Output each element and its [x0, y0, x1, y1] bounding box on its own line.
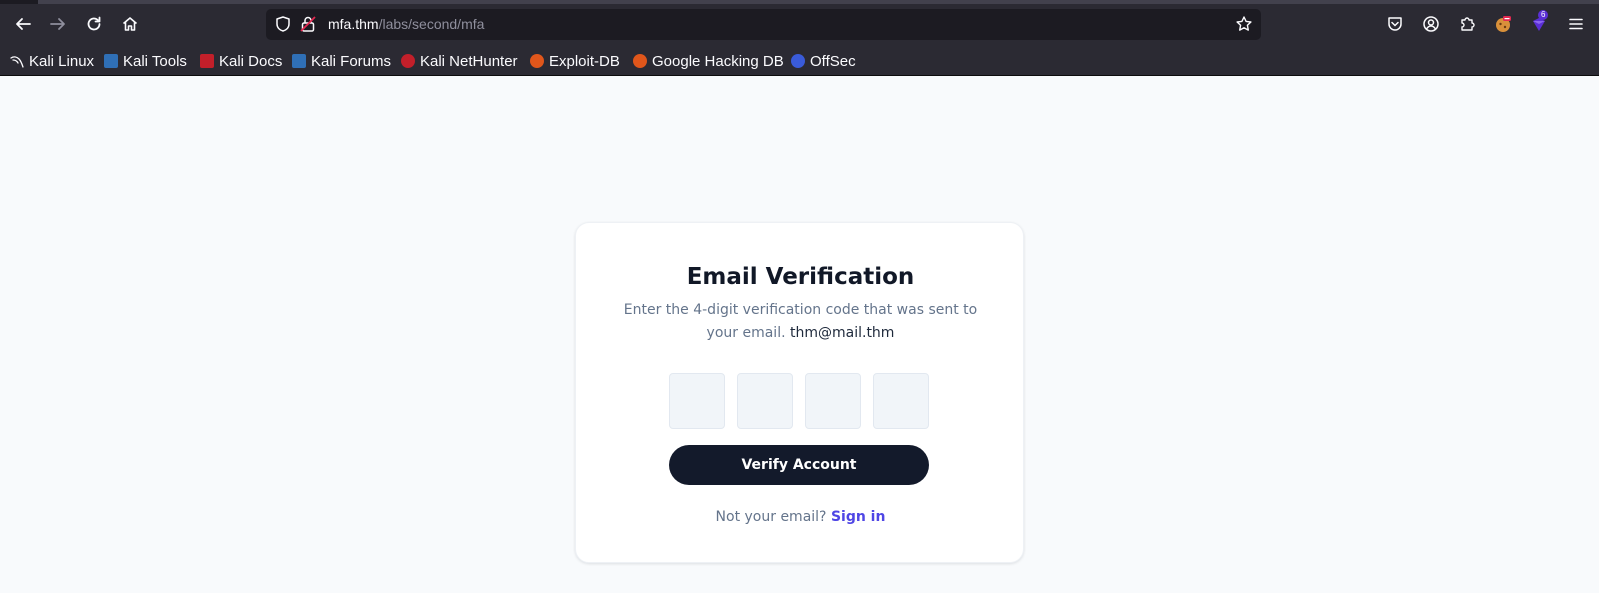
extensions-button[interactable] — [1456, 13, 1478, 35]
bookmark-google-hacking-db[interactable]: Google Hacking DB — [633, 50, 784, 72]
bookmarks-toolbar: Kali Linux Kali Tools Kali Docs Kali For… — [0, 48, 1599, 72]
kali-tools-icon — [104, 54, 118, 68]
bookmark-star-icon[interactable] — [1235, 15, 1253, 33]
account-button[interactable] — [1420, 13, 1442, 35]
email-address: thm@mail.thm — [790, 325, 895, 341]
ghdb-icon — [633, 54, 647, 68]
arrow-right-icon — [50, 18, 65, 30]
bookmark-kali-linux[interactable]: Kali Linux — [10, 50, 94, 72]
address-bar[interactable]: mfa.thm/labs/second/mfa — [266, 9, 1261, 40]
otp-digit-2[interactable] — [737, 373, 793, 429]
footer-text: Not your email? Sign in — [715, 509, 886, 525]
bookmark-kali-tools[interactable]: Kali Tools — [104, 50, 187, 72]
bookmark-kali-docs[interactable]: Kali Docs — [200, 50, 282, 72]
kali-dragon-icon — [10, 56, 24, 68]
verification-description: Enter the 4-digit verification code that… — [623, 302, 978, 341]
sign-in-link[interactable]: Sign in — [831, 509, 886, 525]
kali-nethunter-icon — [401, 54, 415, 68]
extension-cookie-button[interactable] — [1492, 13, 1514, 35]
page-title: Email Verification — [686, 264, 915, 290]
otp-digit-3[interactable] — [805, 373, 861, 429]
url-text[interactable]: mfa.thm/labs/second/mfa — [328, 16, 484, 32]
forward-button[interactable] — [45, 11, 71, 37]
bookmark-exploit-db[interactable]: Exploit-DB — [530, 50, 620, 72]
app-menu-button[interactable] — [1565, 13, 1587, 35]
tab-strip — [0, 0, 1599, 4]
cookie-icon — [1496, 16, 1511, 32]
pocket-button[interactable] — [1384, 13, 1406, 35]
shield-icon[interactable] — [274, 15, 292, 33]
exploit-db-icon — [530, 54, 544, 68]
extension-foxyproxy-button[interactable]: 6 — [1528, 10, 1550, 35]
home-icon — [122, 17, 138, 31]
otp-digit-4[interactable] — [873, 373, 929, 429]
hamburger-menu-icon — [1569, 18, 1583, 30]
puzzle-icon — [1461, 17, 1475, 31]
browser-chrome: mfa.thm/labs/second/mfa 6 Kali Linux Kal… — [0, 0, 1599, 76]
home-button[interactable] — [117, 11, 143, 37]
bookmark-kali-forums[interactable]: Kali Forums — [292, 50, 391, 72]
kali-forums-icon — [292, 54, 306, 68]
page-content: Email Verification Enter the 4-digit ver… — [0, 76, 1599, 593]
kali-docs-icon — [200, 54, 214, 68]
bookmark-offsec[interactable]: OffSec — [791, 50, 856, 72]
lock-insecure-icon[interactable] — [299, 15, 317, 33]
verify-account-button[interactable]: Verify Account — [669, 445, 929, 485]
offsec-icon — [791, 54, 805, 68]
pocket-icon — [1388, 17, 1402, 31]
verification-card: Email Verification Enter the 4-digit ver… — [575, 222, 1024, 563]
reload-button[interactable] — [81, 11, 107, 37]
account-icon — [1423, 16, 1439, 32]
bookmark-kali-nethunter[interactable]: Kali NetHunter — [401, 50, 518, 72]
arrow-left-icon — [16, 18, 31, 30]
back-button[interactable] — [10, 11, 36, 37]
otp-digit-1[interactable] — [669, 373, 725, 429]
reload-icon — [87, 16, 101, 31]
